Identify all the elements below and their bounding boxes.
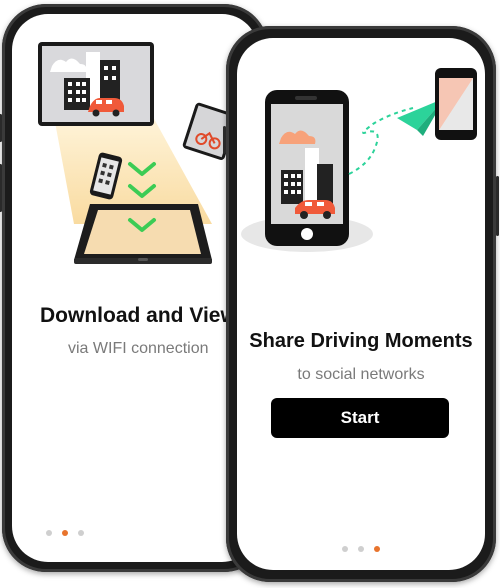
onboarding-subtitle: via WIFI connection bbox=[68, 340, 209, 357]
tablet-icon bbox=[74, 204, 212, 264]
page-dot-active bbox=[374, 546, 380, 552]
onboarding-screen-share: Share Driving Moments to social networks… bbox=[237, 38, 485, 570]
onboarding-title: Download and View bbox=[40, 304, 237, 327]
page-indicator bbox=[46, 530, 84, 536]
page-dot bbox=[358, 546, 364, 552]
share-illustration bbox=[241, 68, 477, 252]
page-dot bbox=[46, 530, 52, 536]
front-phone-frame: Share Driving Moments to social networks… bbox=[223, 26, 499, 582]
city-photo-card bbox=[38, 42, 154, 126]
smartphone-illustration bbox=[265, 90, 349, 246]
download-illustration bbox=[38, 42, 238, 264]
onboarding-subtitle: to social networks bbox=[297, 366, 425, 383]
smartphone-icon bbox=[435, 68, 477, 140]
onboarding-screen-download: Download and View via WIFI connection bbox=[12, 14, 258, 562]
page-dot-active bbox=[62, 530, 68, 536]
page-dot bbox=[78, 530, 84, 536]
start-button[interactable]: Start bbox=[271, 398, 449, 438]
onboarding-title: Share Driving Moments bbox=[249, 330, 473, 352]
page-dot bbox=[342, 546, 348, 552]
page-indicator bbox=[237, 546, 485, 552]
